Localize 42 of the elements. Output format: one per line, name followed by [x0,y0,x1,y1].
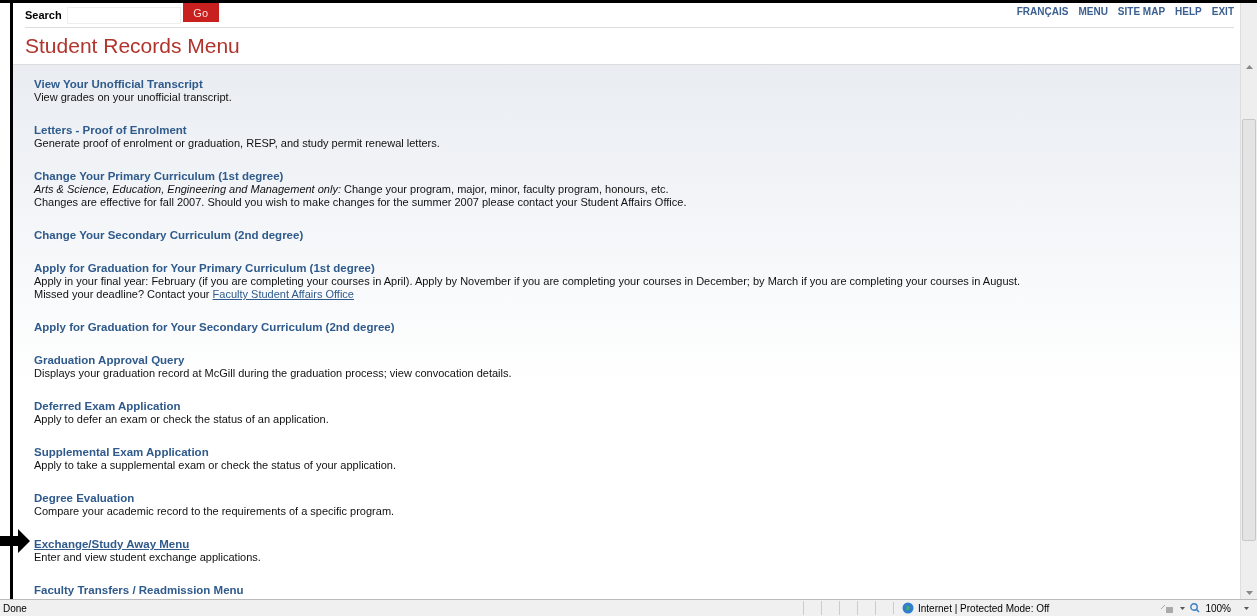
description-text: View grades on your unofficial transcript. [34,91,233,104]
zoom-icon [1190,603,1201,613]
page-title: Student Records Menu [25,33,241,59]
description-text: Changes are effective for fall 2007. Should you wish to make changes for the summer 2007 please contact your Student Affairs Office. [34,196,688,209]
option-link[interactable]: Apply for Graduation for Your Primary Curriculum (1st degree) [34,262,375,275]
option-link[interactable]: Exchange/Study Away Menu [34,538,190,551]
dropdown-icon[interactable] [1244,606,1249,610]
description-text: Arts & Science, Education, Engineering and Management only: Change your program, major, minor, faculty program, honours, etc. [34,183,670,196]
dropdown-icon[interactable] [1180,606,1186,610]
security-zone-text: Internet | Protected Mode: Off [918,602,1050,614]
option-link[interactable]: Deferred Exam Application [34,400,181,413]
faculty-office-link[interactable]: Faculty Student Affairs Office [212,288,354,300]
search-label: Search [25,9,62,21]
status-text: Done [2,602,28,614]
option-link[interactable]: Degree Evaluation [34,492,135,505]
scroll-up-icon[interactable] [1245,65,1253,69]
description-text: Apply to take a supplemental exam or check the status of your application. [34,459,397,472]
nav-link[interactable]: MENU [1078,6,1108,17]
description-text: Enter and view student exchange applications. [34,551,262,564]
nav-link[interactable]: EXIT [1211,6,1234,17]
option-link[interactable]: Graduation Approval Query [34,354,185,367]
option-link[interactable]: Supplemental Exam Application [34,446,209,459]
nav-link[interactable]: FRANÇAIS [1016,6,1069,17]
description-text: Apply in your final year: February (if you are completing your courses in April). Apply by November if you are completing your courses in December; by March if you are completing your courses in August. [34,275,1022,288]
zoom-level[interactable]: 100% [1205,602,1231,614]
description-text: Displays your graduation record at McGill during the graduation process; view convocation details. [34,367,513,380]
option-link[interactable]: Apply for Graduation for Your Secondary Curriculum (2nd degree) [34,321,395,334]
globe-icon [902,602,914,614]
option-link[interactable]: View Your Unofficial Transcript [34,78,203,91]
option-link[interactable]: Faculty Transfers / Readmission Menu [34,584,244,597]
scroll-down-icon[interactable] [1245,591,1253,595]
description-text: Missed your deadline? Contact your [34,288,210,300]
description-text: Apply to defer an exam or check the status of an application. [34,413,330,426]
option-link[interactable]: Change Your Primary Curriculum (1st degree) [34,170,284,183]
description-text: Compare your academic record to the requirements of a specific program. [34,505,396,518]
option-link[interactable]: Letters - Proof of Enrolment [34,124,187,137]
go-button[interactable]: Go [182,3,219,22]
nav-link[interactable]: HELP [1175,6,1202,17]
description-text: Generate proof of enrolment or graduation, RESP, and study permit renewal letters. [34,137,441,150]
nav-link[interactable]: SITE MAP [1117,6,1166,17]
scrollbar-thumb[interactable] [1242,119,1256,541]
option-link[interactable]: Change Your Secondary Curriculum (2nd degree) [34,229,304,242]
